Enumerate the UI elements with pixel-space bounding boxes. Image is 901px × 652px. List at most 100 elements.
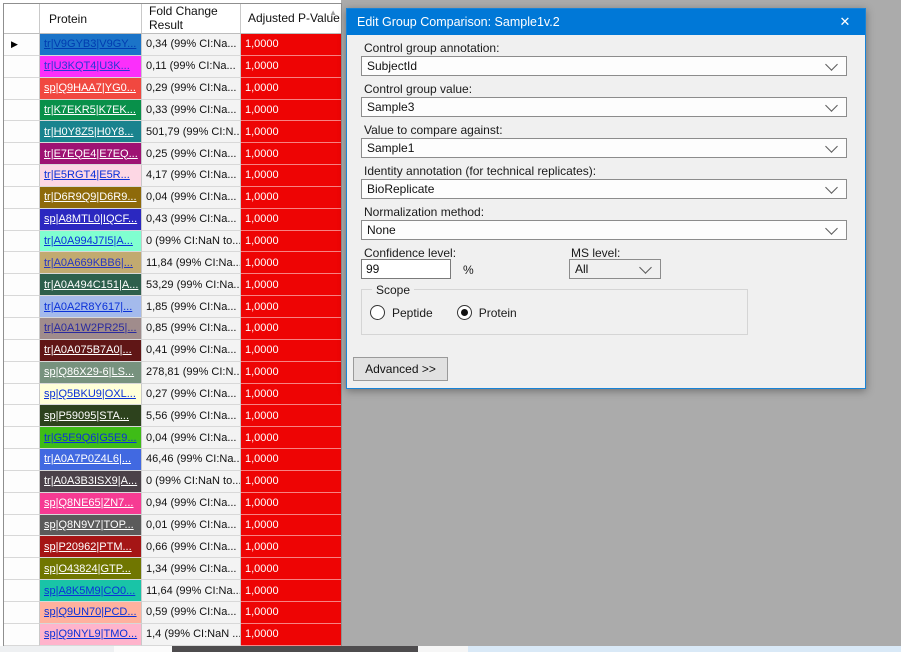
adjusted-pvalue-cell[interactable]: 1,0000 bbox=[241, 427, 341, 449]
protein-link[interactable]: sp|A8K5M9|CO0... bbox=[44, 585, 135, 597]
row-selector-cell[interactable] bbox=[4, 405, 40, 427]
protein-link[interactable]: tr|A0A1W2PR25|... bbox=[44, 322, 137, 334]
field-dropdown[interactable]: BioReplicate bbox=[361, 179, 847, 199]
scope-radio-option[interactable]: Peptide bbox=[370, 305, 433, 320]
adjusted-pvalue-cell[interactable]: 1,0000 bbox=[241, 340, 341, 362]
adjusted-pvalue-cell[interactable]: 1,0000 bbox=[241, 100, 341, 122]
protein-link[interactable]: tr|K7EKR5|K7EK... bbox=[44, 104, 136, 116]
adjusted-pvalue-cell[interactable]: 1,0000 bbox=[241, 558, 341, 580]
row-selector-cell[interactable] bbox=[4, 143, 40, 165]
fold-change-cell[interactable]: 0,04 (99% CI:Na... bbox=[142, 427, 241, 449]
protein-cell[interactable]: tr|A0A669KBB6|... bbox=[40, 252, 142, 274]
protein-cell[interactable]: tr|E7EQE4|E7EQ... bbox=[40, 143, 142, 165]
fold-change-cell[interactable]: 0 (99% CI:NaN to... bbox=[142, 471, 241, 493]
field-dropdown[interactable]: None bbox=[361, 220, 847, 240]
protein-cell[interactable]: tr|A0A494C151|A... bbox=[40, 274, 142, 296]
protein-link[interactable]: tr|V9GYB3|V9GY... bbox=[44, 38, 136, 50]
fold-change-cell[interactable]: 46,46 (99% CI:Na... bbox=[142, 449, 241, 471]
adjusted-pvalue-cell[interactable]: 1,0000 bbox=[241, 187, 341, 209]
row-selector-cell[interactable] bbox=[4, 536, 40, 558]
fold-change-cell[interactable]: 0,25 (99% CI:Na... bbox=[142, 143, 241, 165]
protein-cell[interactable]: tr|A0A1W2PR25|... bbox=[40, 318, 142, 340]
adjusted-pvalue-column-header[interactable]: Adjusted P-Value ▲ bbox=[241, 4, 341, 33]
adjusted-pvalue-cell[interactable]: 1,0000 bbox=[241, 209, 341, 231]
adjusted-pvalue-cell[interactable]: 1,0000 bbox=[241, 515, 341, 537]
protein-link[interactable]: tr|U3KQT4|U3K... bbox=[44, 60, 130, 72]
protein-cell[interactable]: tr|E5RGT4|E5R... bbox=[40, 165, 142, 187]
protein-cell[interactable]: sp|Q9UN70|PCD... bbox=[40, 602, 142, 624]
fold-change-cell[interactable]: 4,17 (99% CI:Na... bbox=[142, 165, 241, 187]
row-selector-cell[interactable] bbox=[4, 100, 40, 122]
row-selector-cell[interactable] bbox=[4, 121, 40, 143]
adjusted-pvalue-cell[interactable]: 1,0000 bbox=[241, 471, 341, 493]
protein-link[interactable]: sp|Q86X29-6|LS... bbox=[44, 366, 134, 378]
row-selector-cell[interactable] bbox=[4, 318, 40, 340]
protein-cell[interactable]: sp|Q9NYL9|TMO... bbox=[40, 624, 142, 646]
fold-change-cell[interactable]: 1,34 (99% CI:Na... bbox=[142, 558, 241, 580]
row-selector-cell[interactable] bbox=[4, 209, 40, 231]
confidence-level-input[interactable] bbox=[361, 259, 451, 279]
protein-column-header[interactable]: Protein bbox=[40, 4, 142, 33]
fold-change-cell[interactable]: 0,41 (99% CI:Na... bbox=[142, 340, 241, 362]
protein-link[interactable]: sp|Q9HAA7|YG0... bbox=[44, 82, 136, 94]
row-selector-cell[interactable] bbox=[4, 362, 40, 384]
protein-cell[interactable]: tr|A0A7P0Z4L6|... bbox=[40, 449, 142, 471]
protein-link[interactable]: tr|A0A3B3ISX9|A... bbox=[44, 475, 137, 487]
row-selector-cell[interactable] bbox=[4, 471, 40, 493]
fold-change-cell[interactable]: 0,85 (99% CI:Na... bbox=[142, 318, 241, 340]
fold-change-cell[interactable]: 1,85 (99% CI:Na... bbox=[142, 296, 241, 318]
fold-change-cell[interactable]: 0,11 (99% CI:Na... bbox=[142, 56, 241, 78]
fold-change-cell[interactable]: 0,01 (99% CI:Na... bbox=[142, 515, 241, 537]
protein-cell[interactable]: sp|Q86X29-6|LS... bbox=[40, 362, 142, 384]
adjusted-pvalue-cell[interactable]: 1,0000 bbox=[241, 274, 341, 296]
adjusted-pvalue-cell[interactable]: 1,0000 bbox=[241, 78, 341, 100]
protein-cell[interactable]: tr|D6R9Q9|D6R9... bbox=[40, 187, 142, 209]
fold-change-cell[interactable]: 0,34 (99% CI:Na... bbox=[142, 34, 241, 56]
adjusted-pvalue-cell[interactable]: 1,0000 bbox=[241, 34, 341, 56]
adjusted-pvalue-cell[interactable]: 1,0000 bbox=[241, 56, 341, 78]
row-selector-cell[interactable] bbox=[4, 449, 40, 471]
fold-change-cell[interactable]: 1,4 (99% CI:NaN ... bbox=[142, 624, 241, 646]
row-selector-cell[interactable] bbox=[4, 384, 40, 406]
fold-change-cell[interactable]: 5,56 (99% CI:Na... bbox=[142, 405, 241, 427]
protein-link[interactable]: sp|P20962|PTM... bbox=[44, 541, 132, 553]
fold-change-cell[interactable]: 11,64 (99% CI:Na... bbox=[142, 580, 241, 602]
protein-cell[interactable]: sp|Q8N9V7|TOP... bbox=[40, 515, 142, 537]
adjusted-pvalue-cell[interactable]: 1,0000 bbox=[241, 624, 341, 646]
protein-cell[interactable]: sp|Q9HAA7|YG0... bbox=[40, 78, 142, 100]
close-button[interactable]: ✕ bbox=[825, 9, 865, 35]
row-selector-cell[interactable] bbox=[4, 427, 40, 449]
protein-link[interactable]: sp|Q5BKU9|OXL... bbox=[44, 388, 136, 400]
fold-change-column-header[interactable]: Fold Change Result bbox=[142, 4, 241, 33]
row-selector-cell[interactable] bbox=[4, 558, 40, 580]
protein-cell[interactable]: tr|A0A075B7A0|... bbox=[40, 340, 142, 362]
row-selector-cell[interactable] bbox=[4, 296, 40, 318]
adjusted-pvalue-cell[interactable]: 1,0000 bbox=[241, 362, 341, 384]
scope-radio-option[interactable]: Protein bbox=[457, 305, 517, 320]
adjusted-pvalue-cell[interactable]: 1,0000 bbox=[241, 536, 341, 558]
protein-cell[interactable]: sp|Q8NE65|ZN7... bbox=[40, 493, 142, 515]
row-selector-cell[interactable] bbox=[4, 231, 40, 253]
adjusted-pvalue-cell[interactable]: 1,0000 bbox=[241, 580, 341, 602]
row-selector-cell[interactable] bbox=[4, 515, 40, 537]
fold-change-cell[interactable]: 53,29 (99% CI:Na... bbox=[142, 274, 241, 296]
fold-change-cell[interactable]: 0,59 (99% CI:Na... bbox=[142, 602, 241, 624]
fold-change-cell[interactable]: 501,79 (99% CI:N... bbox=[142, 121, 241, 143]
row-selector-cell[interactable] bbox=[4, 602, 40, 624]
adjusted-pvalue-cell[interactable]: 1,0000 bbox=[241, 143, 341, 165]
dialog-titlebar[interactable]: Edit Group Comparison: Sample1v.2 ✕ bbox=[347, 9, 865, 35]
protein-cell[interactable]: tr|U3KQT4|U3K... bbox=[40, 56, 142, 78]
adjusted-pvalue-cell[interactable]: 1,0000 bbox=[241, 384, 341, 406]
protein-link[interactable]: sp|Q8N9V7|TOP... bbox=[44, 519, 134, 531]
protein-cell[interactable]: tr|K7EKR5|K7EK... bbox=[40, 100, 142, 122]
adjusted-pvalue-cell[interactable]: 1,0000 bbox=[241, 405, 341, 427]
protein-link[interactable]: tr|G5E9Q6|G5E9... bbox=[44, 432, 137, 444]
fold-change-cell[interactable]: 0,33 (99% CI:Na... bbox=[142, 100, 241, 122]
adjusted-pvalue-cell[interactable]: 1,0000 bbox=[241, 121, 341, 143]
protein-cell[interactable]: tr|A0A994J7I5|A... bbox=[40, 231, 142, 253]
protein-cell[interactable]: tr|A0A2R8Y617|... bbox=[40, 296, 142, 318]
protein-link[interactable]: sp|O43824|GTP... bbox=[44, 563, 131, 575]
adjusted-pvalue-cell[interactable]: 1,0000 bbox=[241, 449, 341, 471]
row-selector-cell[interactable] bbox=[4, 187, 40, 209]
protein-link[interactable]: sp|P59095|STA... bbox=[44, 410, 129, 422]
